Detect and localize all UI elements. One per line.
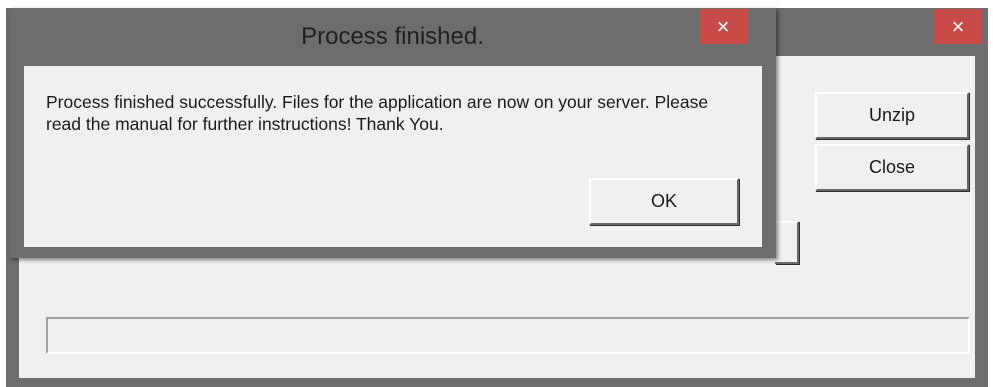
dialog-client-area: Process finished successfully. Files for… [24, 66, 762, 247]
close-icon: × [716, 13, 730, 39]
progress-bar [46, 317, 970, 354]
obscured-button[interactable] [775, 221, 799, 264]
dialog-title: Process finished. [301, 23, 484, 50]
dialog-close-button[interactable]: × [699, 9, 747, 44]
main-window-close-button[interactable]: × [934, 9, 982, 44]
close-button[interactable]: Close [815, 144, 969, 191]
message-dialog: Process finished. × Process finished suc… [9, 8, 776, 258]
close-icon: × [951, 13, 965, 39]
dialog-message: Process finished successfully. Files for… [46, 92, 709, 134]
unzip-button[interactable]: Unzip [815, 92, 969, 139]
dialog-titlebar[interactable]: Process finished. × [9, 8, 776, 66]
ok-button[interactable]: OK [589, 178, 739, 225]
